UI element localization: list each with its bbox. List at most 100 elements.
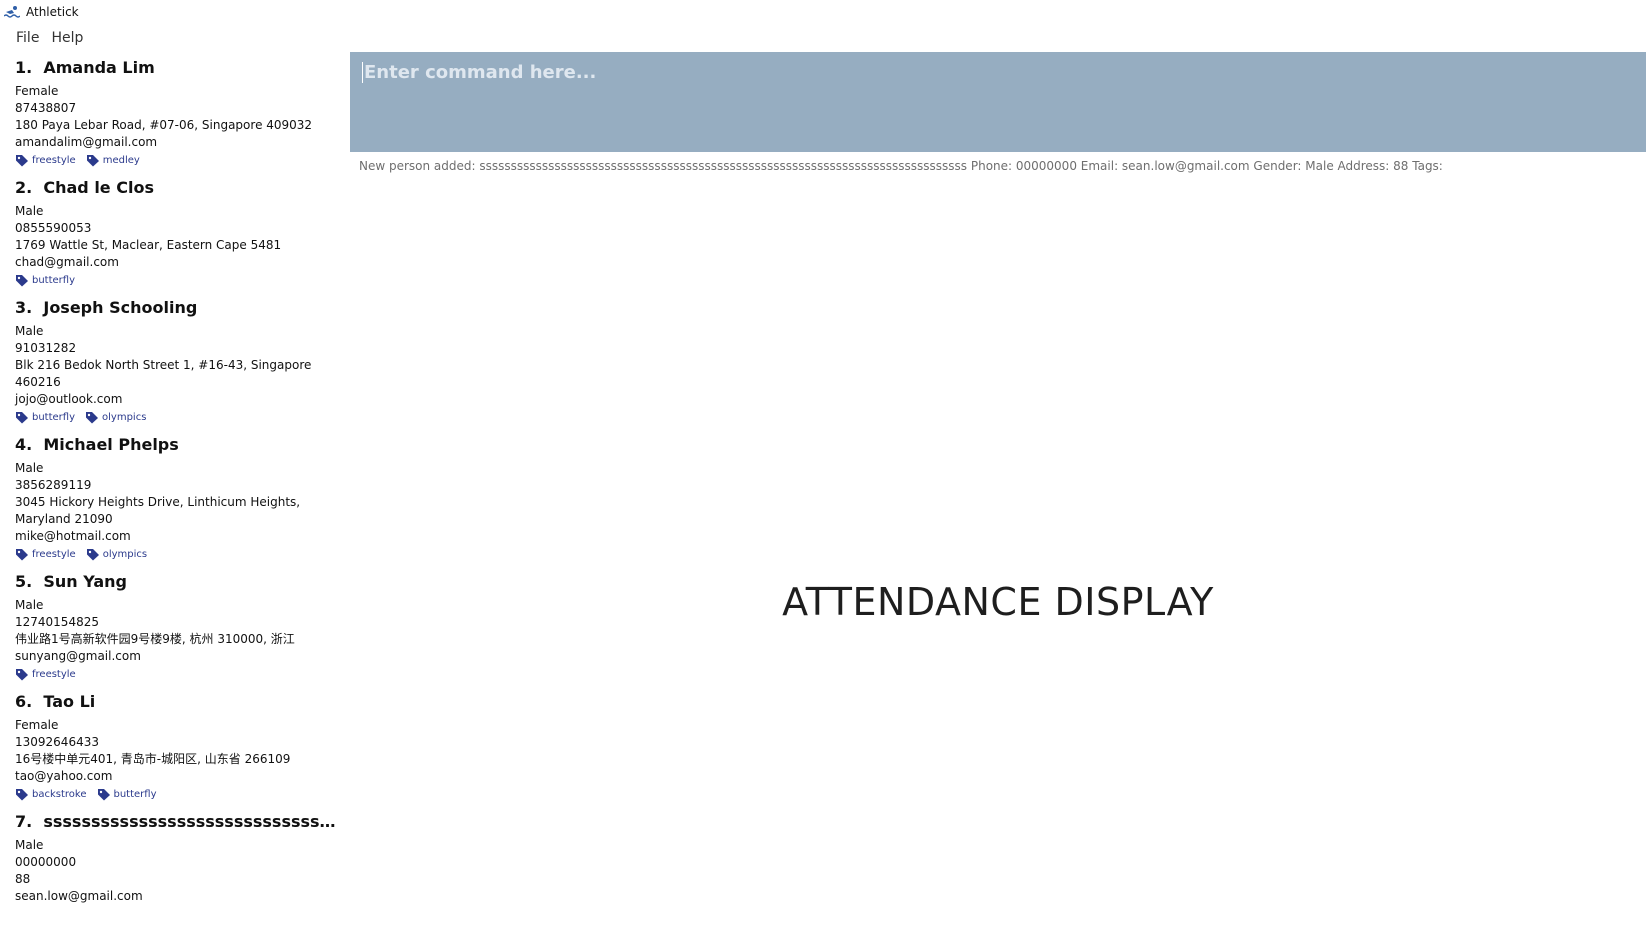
result-display: New person added: ssssssssssssssssssssss…: [359, 159, 1443, 173]
person-email: chad@gmail.com: [15, 255, 119, 269]
person-card[interactable]: 2. Chad le Clos Male 0855590053 1769 Wattle…: [0, 174, 345, 294]
tag-label: backstroke: [32, 788, 87, 800]
tag-label: freestyle: [32, 154, 76, 166]
person-email: jojo@outlook.com: [15, 392, 123, 406]
person-tags: butterfly olympics: [15, 409, 345, 425]
command-input[interactable]: [362, 62, 1634, 83]
person-address: 1769 Wattle St, Maclear, Eastern Cape 54…: [15, 238, 282, 252]
person-name-text: Joseph Schooling: [43, 298, 198, 317]
swimmer-icon: [4, 6, 20, 18]
tag-icon: [16, 548, 28, 560]
tag-icon: [97, 788, 110, 800]
person-name: 5. Sun Yang: [15, 572, 340, 591]
tag: butterfly: [15, 274, 75, 287]
tag-icon: [16, 154, 28, 166]
person-email: amandalim@gmail.com: [15, 135, 158, 149]
person-card[interactable]: 6. Tao Li Female 13092646433 16号楼中单元401, 青岛…: [0, 688, 345, 808]
tag: butterfly: [15, 411, 75, 424]
person-address: 16号楼中单元401, 青岛市-城阳区, 山东省 266109: [15, 752, 291, 766]
person-phone: 12740154825: [15, 615, 99, 629]
tag-icon: [16, 668, 28, 680]
tag: backstroke: [15, 788, 87, 801]
person-tags: butterfly: [15, 272, 345, 288]
person-card[interactable]: 3. Joseph Schooling Male 91031282 Blk 216 B…: [0, 294, 345, 431]
tag-label: butterfly: [113, 788, 157, 800]
tag-label: olympics: [102, 548, 148, 560]
tag-label: freestyle: [32, 548, 76, 560]
person-gender: Female: [15, 718, 59, 732]
person-address: 伟业路1号高新软件园9号楼9楼, 杭州 310000, 浙江: [15, 632, 295, 646]
menu-bar: File Help: [0, 26, 89, 50]
tag-icon: [16, 274, 28, 286]
person-card[interactable]: 1. Amanda Lim Female 87438807 180 Paya Leba…: [0, 54, 345, 174]
person-tags: backstroke butterfly: [15, 786, 345, 802]
tag-icon: [16, 788, 28, 800]
person-name-text: Tao Li: [43, 692, 96, 711]
person-gender: Male: [15, 838, 44, 852]
person-gender: Female: [15, 84, 59, 98]
person-name: 7. sssssssssssssssssssssssssssssssssssss…: [15, 812, 340, 831]
person-name: 4. Michael Phelps: [15, 435, 340, 454]
person-phone: 13092646433: [15, 735, 99, 749]
tag-label: olympics: [102, 411, 147, 423]
person-card[interactable]: 4. Michael Phelps Male 3856289119 3045 Hick…: [0, 431, 345, 568]
person-index: 6.: [15, 692, 33, 711]
attendance-display-label: ATTENDANCE DISPLAY: [782, 580, 1214, 624]
person-index: 2.: [15, 178, 33, 197]
person-phone: 3856289119: [15, 478, 92, 492]
tag-label: butterfly: [32, 411, 76, 423]
person-name-text: Amanda Lim: [43, 58, 155, 77]
person-name-text: Chad le Clos: [43, 178, 154, 197]
tag-icon: [86, 548, 99, 560]
person-index: 3.: [15, 298, 33, 317]
tag-label: butterfly: [32, 274, 76, 286]
tag: olympics: [86, 548, 147, 561]
person-gender: Male: [15, 461, 44, 475]
person-gender: Male: [15, 598, 44, 612]
person-phone: 00000000: [15, 855, 77, 869]
person-tags: freestyle medley: [15, 152, 345, 168]
person-index: 1.: [15, 58, 33, 77]
person-index: 5.: [15, 572, 33, 591]
person-phone: 0855590053: [15, 221, 92, 235]
person-email: tao@yahoo.com: [15, 769, 113, 783]
person-tags: freestyle: [15, 666, 345, 682]
person-name: 1. Amanda Lim: [15, 58, 340, 77]
person-address: 88: [15, 872, 31, 886]
person-name: 3. Joseph Schooling: [15, 298, 340, 317]
person-email: sunyang@gmail.com: [15, 649, 141, 663]
tag: butterfly: [97, 788, 157, 801]
tag: freestyle: [15, 154, 76, 167]
command-box: [350, 52, 1646, 152]
menu-file[interactable]: File: [16, 30, 39, 46]
person-index: 4.: [15, 435, 33, 454]
person-gender: Male: [15, 324, 44, 338]
person-list[interactable]: 1. Amanda Lim Female 87438807 180 Paya Leba…: [0, 54, 345, 928]
tag: freestyle: [15, 668, 76, 681]
person-phone: 87438807: [15, 101, 77, 115]
person-address: Blk 216 Bedok North Street 1, #16-43, Si…: [15, 358, 312, 389]
tag: olympics: [85, 411, 146, 424]
person-name-text: ssssssssssssssssssssssssssssssssssssssss…: [43, 812, 340, 831]
person-address: 3045 Hickory Heights Drive, Linthicum He…: [15, 495, 301, 526]
tag-icon: [16, 411, 28, 423]
person-address: 180 Paya Lebar Road, #07-06, Singapore 4…: [15, 118, 313, 132]
tag-icon: [86, 411, 99, 423]
menu-help[interactable]: Help: [51, 30, 83, 46]
person-email: sean.low@gmail.com: [15, 889, 143, 903]
person-name: 2. Chad le Clos: [15, 178, 340, 197]
tag: freestyle: [15, 548, 76, 561]
title-bar: Athletick: [0, 0, 1646, 24]
person-card[interactable]: 7. sssssssssssssssssssssssssssssssssssss…: [0, 808, 345, 911]
person-index: 7.: [15, 812, 33, 831]
tag: medley: [86, 154, 140, 167]
person-gender: Male: [15, 204, 44, 218]
person-phone: 91031282: [15, 341, 77, 355]
tag-label: freestyle: [32, 668, 76, 680]
person-name-text: Michael Phelps: [43, 435, 179, 454]
person-email: mike@hotmail.com: [15, 529, 131, 543]
person-name-text: Sun Yang: [43, 572, 127, 591]
person-card[interactable]: 5. Sun Yang Male 12740154825 伟业路1号高新软件园9号楼9…: [0, 568, 345, 688]
window-title: Athletick: [26, 5, 79, 19]
person-name: 6. Tao Li: [15, 692, 340, 711]
